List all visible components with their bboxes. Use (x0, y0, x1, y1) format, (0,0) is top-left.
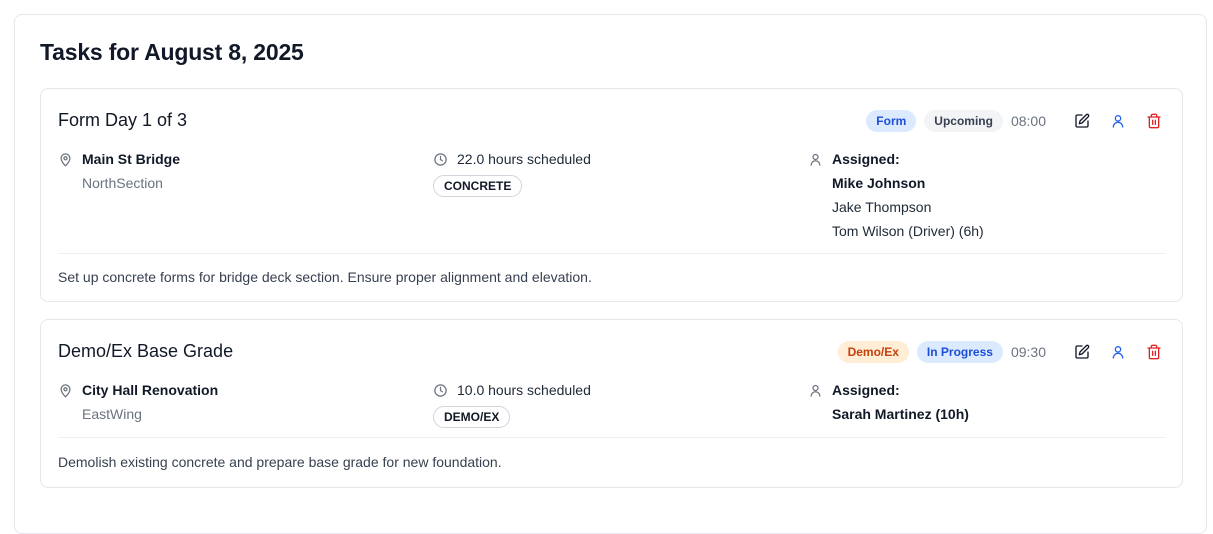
user-icon (1112, 115, 1124, 128)
task-category-tag: DEMO/EX (433, 406, 511, 428)
task-type-badge: Form (866, 110, 917, 132)
card-divider (58, 437, 1166, 438)
task-status-badge: Upcoming (924, 110, 1003, 132)
task-header-actions: Demo/Ex In Progress 09:30 (837, 340, 1166, 364)
assignee: Jake Thompson (832, 199, 932, 215)
card-divider (58, 253, 1166, 254)
task-type-badge: Demo/Ex (837, 341, 909, 363)
user-icon (810, 153, 821, 166)
edit-icon (1075, 344, 1090, 359)
location-name: City Hall Renovation (82, 382, 219, 398)
map-pin-icon (60, 383, 71, 397)
task-time: 08:00 (1010, 113, 1046, 129)
page-title: Tasks for August 8, 2025 (40, 39, 304, 65)
location-section: NorthSection (82, 175, 163, 191)
task-description: Set up concrete forms for bridge deck se… (58, 269, 592, 285)
trash-icon (1147, 344, 1161, 360)
task-time: 09:30 (1010, 344, 1046, 360)
delete-task-button[interactable] (1142, 340, 1166, 364)
assignee-lead: Mike Johnson (832, 175, 926, 191)
task-title: Form Day 1 of 3 (58, 110, 188, 130)
hours-scheduled: 10.0 hours scheduled (457, 382, 591, 398)
assign-user-button[interactable] (1106, 109, 1130, 133)
tasks-panel: Tasks for August 8, 2025 Form Day 1 of 3… (14, 14, 1207, 534)
map-pin-icon (60, 152, 71, 166)
task-status-badge: In Progress (916, 341, 1003, 363)
task-location: City Hall Renovation EastWing (58, 382, 218, 422)
edit-task-button[interactable] (1070, 109, 1094, 133)
task-hours: 10.0 hours scheduled DEMO/EX (433, 382, 591, 428)
trash-icon (1147, 113, 1161, 129)
clock-icon (434, 383, 447, 397)
clock-icon (434, 152, 447, 166)
assignee-lead: Sarah Martinez (10h) (832, 406, 969, 422)
task-title: Demo/Ex Base Grade (58, 341, 234, 361)
task-assigned: Assigned: Mike Johnson Jake Thompson Tom… (808, 151, 984, 239)
task-header-actions: Form Upcoming 08:00 (866, 109, 1166, 133)
assignee: Tom Wilson (Driver) (6h) (832, 223, 984, 239)
task-assigned: Assigned: Sarah Martinez (10h) (808, 382, 969, 422)
task-description: Demolish existing concrete and prepare b… (58, 454, 502, 470)
delete-task-button[interactable] (1142, 109, 1166, 133)
hours-scheduled: 22.0 hours scheduled (457, 151, 591, 167)
location-section: EastWing (82, 406, 142, 422)
assigned-label: Assigned: (832, 382, 900, 398)
task-hours: 22.0 hours scheduled CONCRETE (433, 151, 591, 197)
user-icon (1112, 346, 1124, 359)
task-location: Main St Bridge NorthSection (58, 151, 180, 191)
task-category-tag: CONCRETE (433, 175, 523, 197)
location-name: Main St Bridge (82, 151, 181, 167)
assigned-label: Assigned: (832, 151, 900, 167)
assign-user-button[interactable] (1106, 340, 1130, 364)
task-card: Form Day 1 of 3 Form Upcoming 08:00 Main… (40, 88, 1183, 302)
edit-task-button[interactable] (1070, 340, 1094, 364)
task-card: Demo/Ex Base Grade Demo/Ex In Progress 0… (40, 319, 1183, 488)
user-icon (810, 384, 821, 397)
edit-icon (1075, 113, 1090, 128)
